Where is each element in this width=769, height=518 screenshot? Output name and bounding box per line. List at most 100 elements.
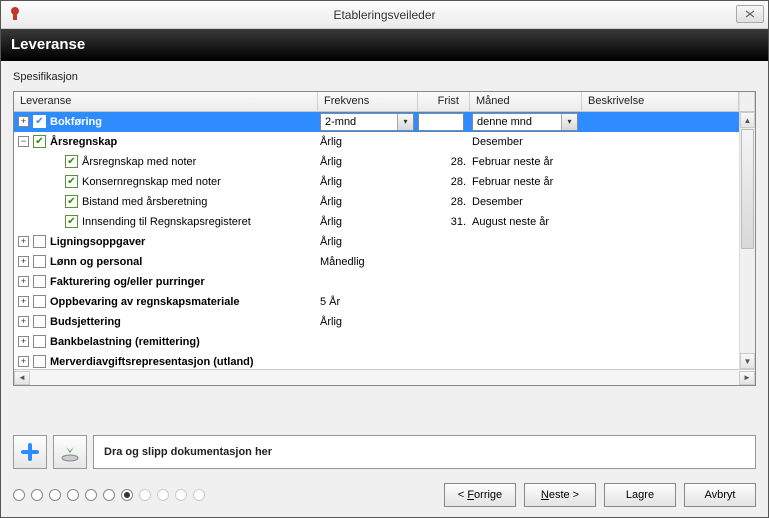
table-row[interactable]: + Ligningsoppgaver Årlig [14, 232, 755, 252]
step-dot [193, 489, 205, 501]
month-cell: August neste år [470, 216, 582, 228]
table-row[interactable]: −✔ÅrsregnskapÅrligDesember [14, 132, 755, 152]
row-checkbox[interactable]: ✔ [65, 155, 78, 168]
row-label: Ligningsoppgaver [50, 236, 145, 248]
frequency-combo[interactable]: 2-mnd▾ [320, 113, 414, 131]
row-checkbox[interactable]: ✔ [65, 215, 78, 228]
document-dropzone[interactable]: Dra og slipp dokumentasjon her [93, 435, 756, 469]
row-label: Årsregnskap med noter [82, 156, 196, 168]
row-label: Konsernregnskap med noter [82, 176, 221, 188]
row-checkbox[interactable] [33, 355, 46, 368]
row-label: Merverdiavgiftsrepresentasjon (utland) [50, 356, 254, 368]
column-header-maned[interactable]: Måned [470, 92, 582, 111]
scroll-thumb[interactable] [741, 129, 754, 249]
deadline-cell [418, 113, 470, 131]
expand-icon[interactable]: + [18, 356, 29, 367]
chevron-down-icon[interactable]: ▾ [561, 114, 577, 130]
tree-cell: +Fakturering og/eller purringer [14, 275, 318, 288]
add-document-button[interactable] [13, 435, 47, 469]
step-dot[interactable] [31, 489, 43, 501]
freq-cell: 5 År [318, 296, 418, 308]
table-row[interactable]: ✔Konsernregnskap med noterÅrlig28.Februa… [14, 172, 755, 192]
row-label: Oppbevaring av regnskapsmateriale [50, 296, 240, 308]
column-header-frist[interactable]: Frist [418, 92, 470, 111]
table-row[interactable]: + Bankbelastning (remittering) [14, 332, 755, 352]
row-label: Bankbelastning (remittering) [50, 336, 200, 348]
table-row[interactable]: + ✔ Bokføring 2-mnd▾ denne mnd▾ [14, 112, 755, 132]
table-row[interactable]: +BudsjetteringÅrlig [14, 312, 755, 332]
tree-cell: ✔ Årsregnskap med noter [14, 155, 318, 168]
row-label: Bokføring [50, 116, 102, 128]
step-dot[interactable] [85, 489, 97, 501]
tree-cell: + ✔ Bokføring [14, 115, 318, 128]
scroll-down-button[interactable]: ▼ [740, 353, 755, 369]
table-row[interactable]: +Lønn og personalMånedlig [14, 252, 755, 272]
collapse-icon[interactable]: − [18, 136, 29, 147]
deadline-cell: 28. [418, 196, 470, 208]
expand-icon[interactable]: + [18, 236, 29, 247]
horizontal-scrollbar[interactable]: ◄ ► [14, 369, 755, 385]
step-dot[interactable] [103, 489, 115, 501]
scroll-right-button[interactable]: ► [739, 371, 755, 385]
expand-icon[interactable]: + [18, 336, 29, 347]
expand-icon[interactable]: + [18, 116, 29, 127]
month-cell: denne mnd▾ [470, 113, 582, 131]
month-combo[interactable]: denne mnd▾ [472, 113, 578, 131]
save-button[interactable]: Lagre [604, 483, 676, 507]
chevron-down-icon[interactable]: ▾ [397, 114, 413, 130]
step-dot [175, 489, 187, 501]
page-title: Leveranse [11, 36, 85, 53]
month-cell: Desember [470, 196, 582, 208]
row-checkbox[interactable]: ✔ [33, 135, 46, 148]
freq-cell: Årlig [318, 136, 418, 148]
row-checkbox[interactable] [33, 255, 46, 268]
table-row[interactable]: ✔Innsending til RegnskapsregisteretÅrlig… [14, 212, 755, 232]
column-header-leveranse[interactable]: Leveranse [14, 92, 318, 111]
download-button[interactable] [53, 435, 87, 469]
freq-cell: Månedlig [318, 256, 418, 268]
step-dot[interactable] [13, 489, 25, 501]
row-checkbox[interactable] [33, 335, 46, 348]
table-row[interactable]: ✔Bistand med årsberetningÅrlig28.Desembe… [14, 192, 755, 212]
next-button[interactable]: Neste > [524, 483, 596, 507]
step-dot[interactable] [121, 489, 133, 501]
window-close-button[interactable] [736, 5, 764, 23]
tree-cell: ✔Innsending til Regnskapsregisteret [14, 215, 318, 228]
row-checkbox[interactable]: ✔ [65, 195, 78, 208]
row-label: Bistand med årsberetning [82, 196, 207, 208]
freq-cell: Årlig [318, 156, 418, 168]
scroll-up-button[interactable]: ▲ [740, 112, 755, 128]
row-checkbox[interactable] [33, 315, 46, 328]
expand-icon[interactable]: + [18, 296, 29, 307]
row-checkbox[interactable] [33, 275, 46, 288]
step-dot[interactable] [67, 489, 79, 501]
deadline-input[interactable] [418, 113, 464, 131]
table-row[interactable]: ✔Årsregnskap med noterÅrlig28.Februar ne… [14, 152, 755, 172]
download-icon [59, 441, 81, 463]
row-checkbox[interactable] [33, 295, 46, 308]
scroll-left-button[interactable]: ◄ [14, 371, 30, 385]
table-row[interactable]: + Merverdiavgiftsrepresentasjon (utland) [14, 352, 755, 369]
vertical-scrollbar[interactable]: ▲ ▼ [739, 112, 755, 369]
dropzone-label: Dra og slipp dokumentasjon her [104, 446, 272, 458]
row-checkbox[interactable]: ✔ [65, 175, 78, 188]
expand-icon[interactable]: + [18, 256, 29, 267]
titlebar: Etableringsveileder [1, 1, 768, 29]
freq-cell: Årlig [318, 176, 418, 188]
expand-icon[interactable]: + [18, 316, 29, 327]
cancel-button[interactable]: Avbryt [684, 483, 756, 507]
table-row[interactable]: + Oppbevaring av regnskapsmateriale 5 År [14, 292, 755, 312]
grid-header: Leveranse Frekvens Frist Måned Beskrivel… [14, 92, 755, 112]
expand-icon[interactable]: + [18, 276, 29, 287]
row-checkbox[interactable] [33, 235, 46, 248]
table-row[interactable]: +Fakturering og/eller purringer [14, 272, 755, 292]
column-header-beskrivelse[interactable]: Beskrivelse [582, 92, 739, 111]
delivery-grid: Leveranse Frekvens Frist Måned Beskrivel… [13, 91, 756, 386]
tree-cell: + Bankbelastning (remittering) [14, 335, 318, 348]
step-dot[interactable] [49, 489, 61, 501]
row-checkbox[interactable]: ✔ [33, 115, 46, 128]
previous-button[interactable]: < Forrige [444, 483, 516, 507]
tree-cell: + Ligningsoppgaver [14, 235, 318, 248]
column-header-frekvens[interactable]: Frekvens [318, 92, 418, 111]
freq-cell: Årlig [318, 236, 418, 248]
